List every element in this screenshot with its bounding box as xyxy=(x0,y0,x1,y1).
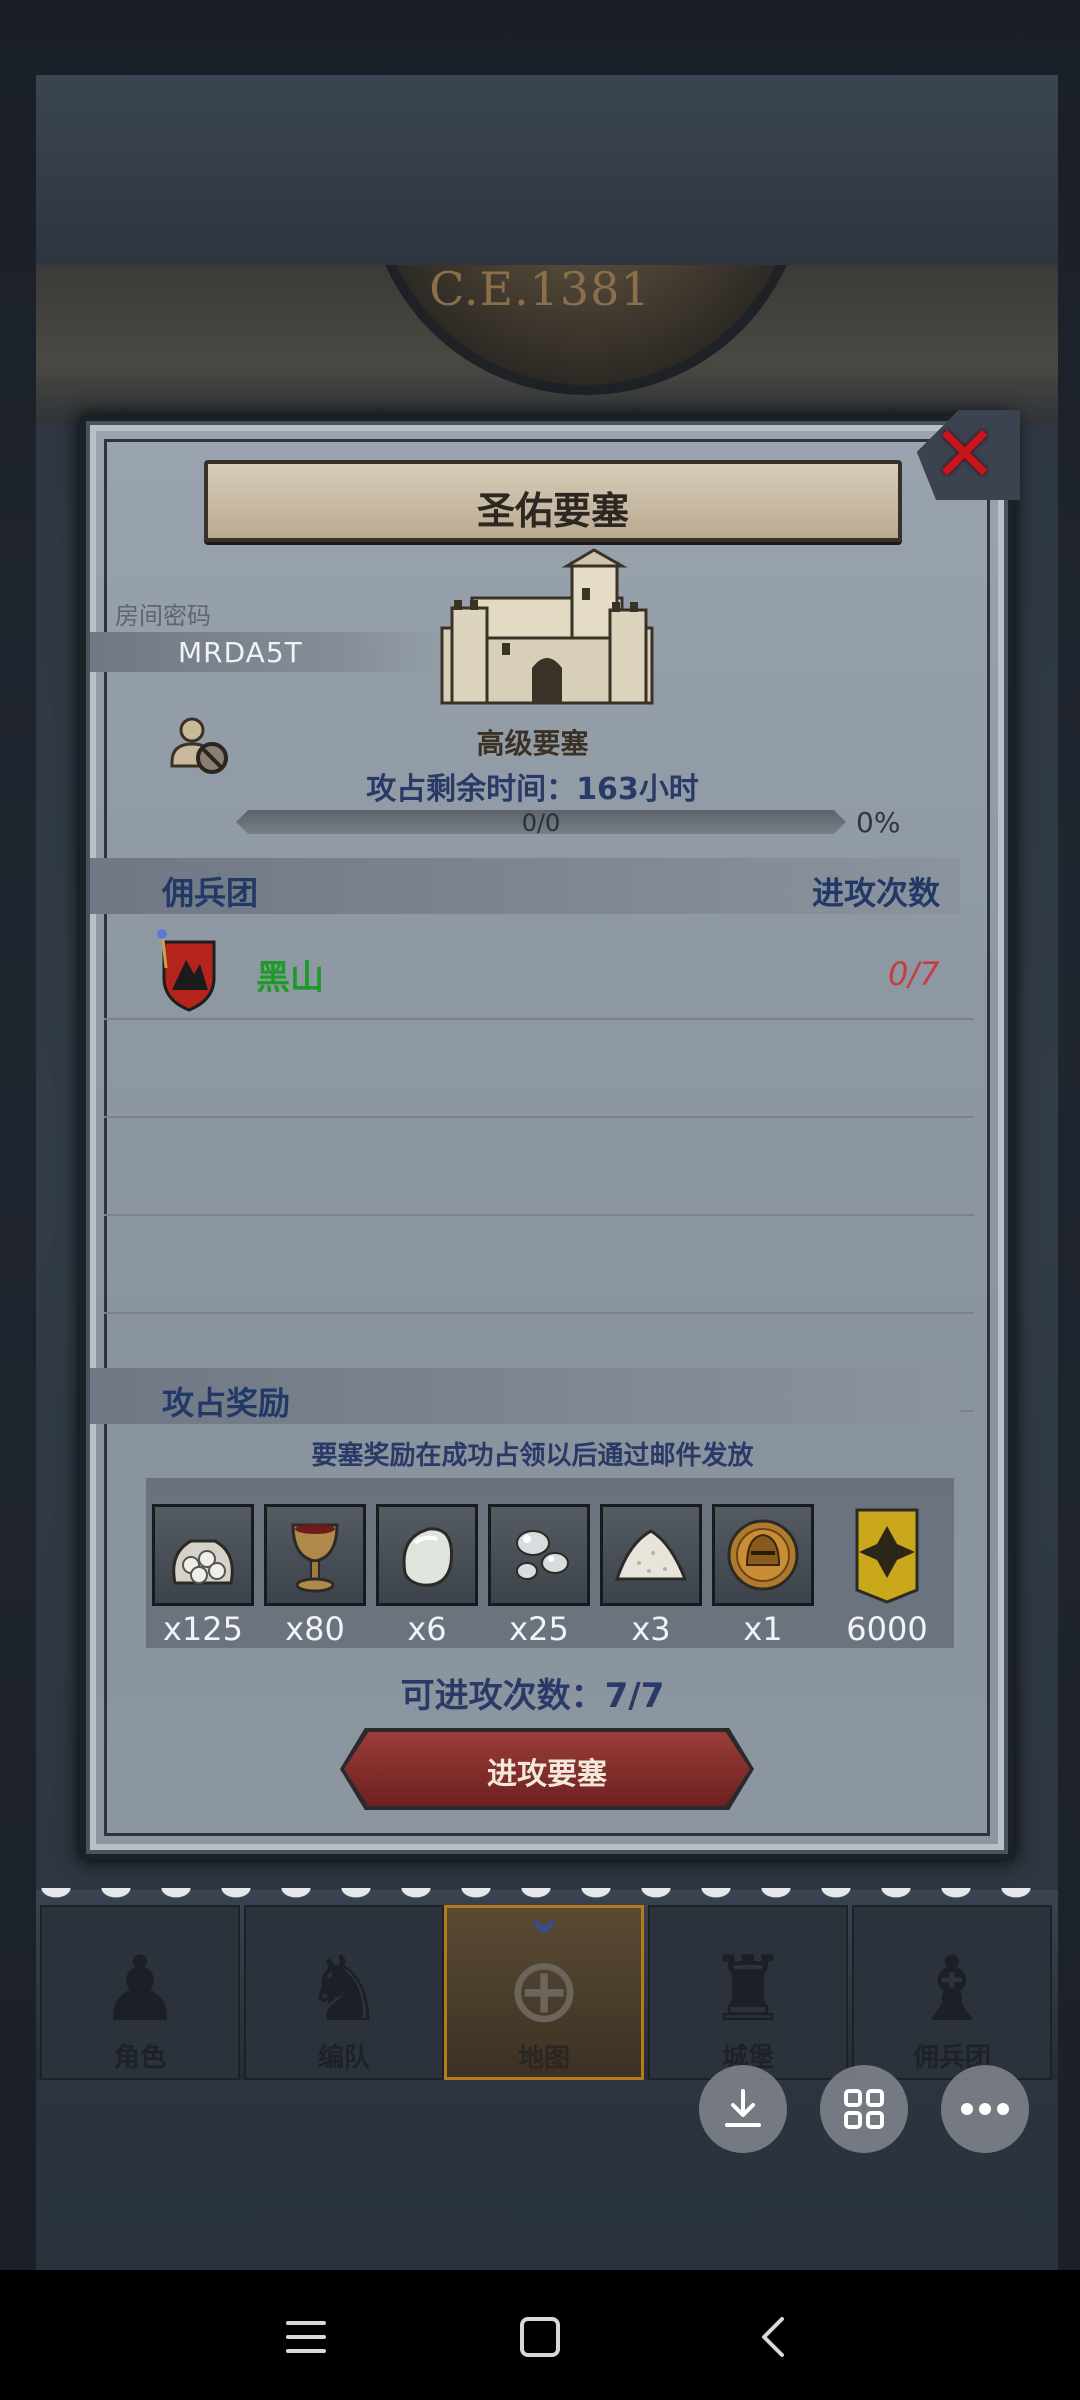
nav-tab-label: 编队 xyxy=(317,2043,370,2073)
fortress-grade: 高级要塞 xyxy=(476,727,589,760)
room-code-label: 房间密码 xyxy=(115,602,211,630)
nav-tab-mercenary[interactable]: ♝ 佣兵团 xyxy=(852,1905,1052,2080)
nav-tab-label: 地图 xyxy=(517,2044,570,2074)
castle-icon: ♜ xyxy=(707,1937,789,2042)
reward-qty: 6000 xyxy=(846,1610,928,1648)
silver-bag-icon xyxy=(172,1539,234,1585)
home-icon xyxy=(520,2317,560,2357)
more-button[interactable] xyxy=(941,2065,1029,2153)
map-compass-icon: ⊕ xyxy=(506,1938,582,2043)
reward-qty: x25 xyxy=(509,1610,569,1648)
top-band xyxy=(36,75,1058,265)
attacks-remaining-label: 可进攻次数： xyxy=(400,1676,605,1716)
nav-tab-character[interactable]: ♟ 角色 xyxy=(40,1905,240,2080)
attacks-remaining: 可进攻次数：7/7 xyxy=(0,1668,1080,1717)
remaining-time-label: 攻占剩余时间： xyxy=(366,772,577,807)
remaining-time-unit: 小时 xyxy=(638,772,699,807)
back-icon xyxy=(762,2317,784,2357)
reward-item-goblet[interactable] xyxy=(264,1504,366,1606)
grid-button[interactable] xyxy=(820,2065,908,2153)
mercenary-section-header: 佣兵团 进攻次数 xyxy=(90,858,960,914)
reward-section-header: 攻占奖励 xyxy=(90,1368,960,1424)
fortress-icon xyxy=(440,548,654,705)
map-marker-chevron-icon: ⌄ xyxy=(522,1886,566,1946)
reward-item-silver-pearls[interactable] xyxy=(488,1504,590,1606)
more-icon xyxy=(961,2103,1009,2115)
capture-progress-count: 0/0 xyxy=(521,809,561,837)
reward-qty: x125 xyxy=(162,1610,243,1648)
remaining-time-value: 163 xyxy=(576,772,639,807)
era-label: C.E.1381 xyxy=(429,262,651,316)
guild-attack-count: 0/7 xyxy=(888,955,940,993)
remaining-time: 攻占剩余时间：163小时 xyxy=(0,764,1080,808)
empty-row xyxy=(104,1118,974,1216)
goblet-icon xyxy=(291,1523,339,1593)
title-banner: 圣佑要塞 xyxy=(204,460,902,542)
menu-button[interactable] xyxy=(276,2312,336,2362)
nav-tab-label: 佣兵团 xyxy=(912,2043,991,2073)
reward-note: 要塞奖励在成功占领以后通过邮件发放 xyxy=(311,1441,754,1471)
room-code: MRDA5T xyxy=(178,636,303,669)
reward-qty: x80 xyxy=(285,1610,345,1648)
reward-item-salt-pile[interactable] xyxy=(600,1504,702,1606)
reward-item-helmet-medal[interactable] xyxy=(712,1504,814,1606)
mercenary-header-label: 佣兵团 xyxy=(162,874,259,912)
mercenary-icon: ♝ xyxy=(911,1937,993,2042)
character-icon: ♟ xyxy=(99,1937,181,2042)
download-icon xyxy=(725,2089,761,2127)
attack-fortress-button-label: 进攻要塞 xyxy=(487,1757,607,1792)
dialog-title: 圣佑要塞 xyxy=(476,489,629,533)
reward-qty: x1 xyxy=(743,1610,783,1648)
guild-name: 黑山 xyxy=(256,958,324,998)
nav-tab-formation[interactable]: ♞ 编队 xyxy=(244,1905,444,2080)
grid-icon xyxy=(844,2089,884,2129)
reward-item-silver-bag[interactable] xyxy=(152,1504,254,1606)
attack-count-header-label: 进攻次数 xyxy=(812,874,941,912)
reward-item-moonstone[interactable] xyxy=(376,1504,478,1606)
capture-progress-percent: 0% xyxy=(856,806,901,839)
guild-row[interactable]: 黑山 0/7 xyxy=(104,922,974,1020)
moonstone-icon xyxy=(402,1527,454,1587)
nav-tab-castle[interactable]: ♜ 城堡 xyxy=(648,1905,848,2080)
attacks-remaining-value: 7/7 xyxy=(604,1676,665,1716)
home-button[interactable] xyxy=(510,2312,570,2362)
banner-icon xyxy=(855,1508,919,1604)
knight-icon: ♞ xyxy=(303,1937,385,2042)
back-button[interactable] xyxy=(744,2312,804,2362)
close-icon: ✕ xyxy=(932,410,998,500)
reward-qty: x6 xyxy=(407,1610,447,1648)
reward-header-label: 攻占奖励 xyxy=(162,1384,291,1422)
reward-item-banner[interactable] xyxy=(836,1504,938,1606)
empty-row xyxy=(104,1216,974,1314)
salt-pile-icon xyxy=(614,1529,688,1581)
attack-fortress-button[interactable]: 进攻要塞 xyxy=(344,1732,750,1806)
silver-pearls-icon xyxy=(516,1530,569,1580)
download-button[interactable] xyxy=(699,2065,787,2153)
guild-emblem-icon xyxy=(157,929,216,1012)
empty-row xyxy=(104,1020,974,1118)
nav-tab-map[interactable]: ⊕ 地图 ⌄ xyxy=(444,1890,644,2080)
nav-tab-label: 角色 xyxy=(113,2043,166,2073)
room-code-bar: MRDA5T xyxy=(90,632,450,672)
reward-qty: x3 xyxy=(631,1610,671,1648)
menu-icon xyxy=(286,2321,326,2353)
helmet-medal-icon xyxy=(727,1519,799,1591)
